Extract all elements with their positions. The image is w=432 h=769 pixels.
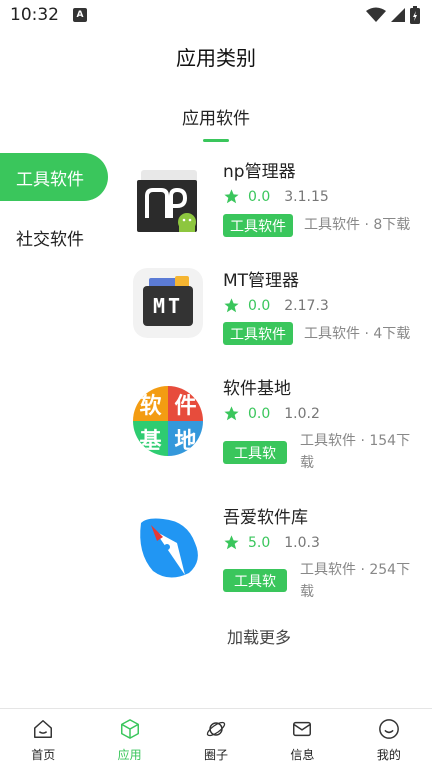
icon-char: 件 xyxy=(174,393,197,419)
rating-row: 0.0 3.1.15 xyxy=(223,188,329,205)
rating-value: 0.0 xyxy=(248,405,271,422)
software-base-icon: 软 件 基 地 xyxy=(133,386,203,456)
nav-label: 信息 xyxy=(290,748,315,762)
app-name: np管理器 xyxy=(223,162,296,182)
category-sidebar: 工具软件 社交软件 xyxy=(0,153,112,273)
nav-label: 应用 xyxy=(117,748,142,762)
tab-app-software[interactable]: 应用软件 xyxy=(150,104,282,142)
tab-label: 应用软件 xyxy=(182,109,250,129)
app-meta: 工具软件 · 8下载 xyxy=(304,217,411,233)
np-manager-icon xyxy=(133,166,203,236)
version-label: 1.0.2 xyxy=(284,405,320,422)
bottom-nav: 首页 应用 圈子 信息 我的 xyxy=(0,708,432,769)
cube-icon xyxy=(120,719,139,739)
status-bar: 10:32 A xyxy=(0,0,432,30)
status-time: 10:32 xyxy=(10,5,59,25)
mt-icon-text: MT xyxy=(152,294,184,318)
signal-icon xyxy=(391,8,405,22)
notification-icon: A xyxy=(73,8,87,22)
nav-home[interactable]: 首页 xyxy=(0,709,86,769)
wifi-icon xyxy=(366,7,386,22)
category-badge: 工具软件 xyxy=(223,214,293,237)
icon-char: 基 xyxy=(139,428,162,454)
rating-value: 0.0 xyxy=(248,297,271,314)
rating-row: 0.0 1.0.2 xyxy=(223,405,320,422)
version-label: 1.0.3 xyxy=(284,534,320,551)
app-meta: 工具软件 · 154下载 xyxy=(300,433,411,471)
app-meta: 工具软件 · 4下载 xyxy=(304,326,411,342)
category-badge: 工具软 xyxy=(223,569,287,592)
category-badge: 工具软 xyxy=(223,441,287,464)
icon-char: 软 xyxy=(139,393,162,419)
icon-char: 地 xyxy=(174,428,197,454)
nav-apps[interactable]: 应用 xyxy=(86,709,172,769)
load-more-button[interactable]: 加载更多 xyxy=(0,624,432,648)
nav-label: 圈子 xyxy=(204,748,229,762)
smile-icon xyxy=(378,719,399,739)
message-icon xyxy=(293,721,312,737)
category-tools[interactable]: 工具软件 xyxy=(0,153,108,201)
star-icon xyxy=(224,189,239,204)
home-icon xyxy=(34,720,53,738)
app-name: 软件基地 xyxy=(223,379,291,399)
planet-icon xyxy=(206,721,226,737)
nav-profile[interactable]: 我的 xyxy=(346,709,432,769)
status-indicators xyxy=(366,6,420,24)
star-icon xyxy=(224,535,239,550)
star-icon xyxy=(224,298,239,313)
app-meta: 工具软件 · 254下载 xyxy=(300,562,411,600)
rating-row: 5.0 1.0.3 xyxy=(223,534,320,551)
nav-label: 我的 xyxy=(376,748,401,762)
52pojie-icon xyxy=(133,513,203,583)
nav-circle[interactable]: 圈子 xyxy=(173,709,259,769)
page-title: 应用类别 xyxy=(176,46,256,70)
battery-icon xyxy=(410,6,420,24)
app-name: MT管理器 xyxy=(223,271,300,291)
version-label: 3.1.15 xyxy=(284,188,329,205)
version-label: 2.17.3 xyxy=(284,297,329,314)
rating-value: 5.0 xyxy=(248,534,271,551)
nav-label: 首页 xyxy=(31,748,56,762)
rating-row: 0.0 2.17.3 xyxy=(223,297,329,314)
tab-indicator xyxy=(203,139,229,142)
nav-messages[interactable]: 信息 xyxy=(259,709,345,769)
star-icon xyxy=(224,406,239,421)
mt-manager-icon: MT xyxy=(133,268,203,338)
category-badge: 工具软件 xyxy=(223,322,293,345)
app-name: 吾爱软件库 xyxy=(223,508,308,528)
rating-value: 0.0 xyxy=(248,188,271,205)
category-social[interactable]: 社交软件 xyxy=(0,213,112,261)
